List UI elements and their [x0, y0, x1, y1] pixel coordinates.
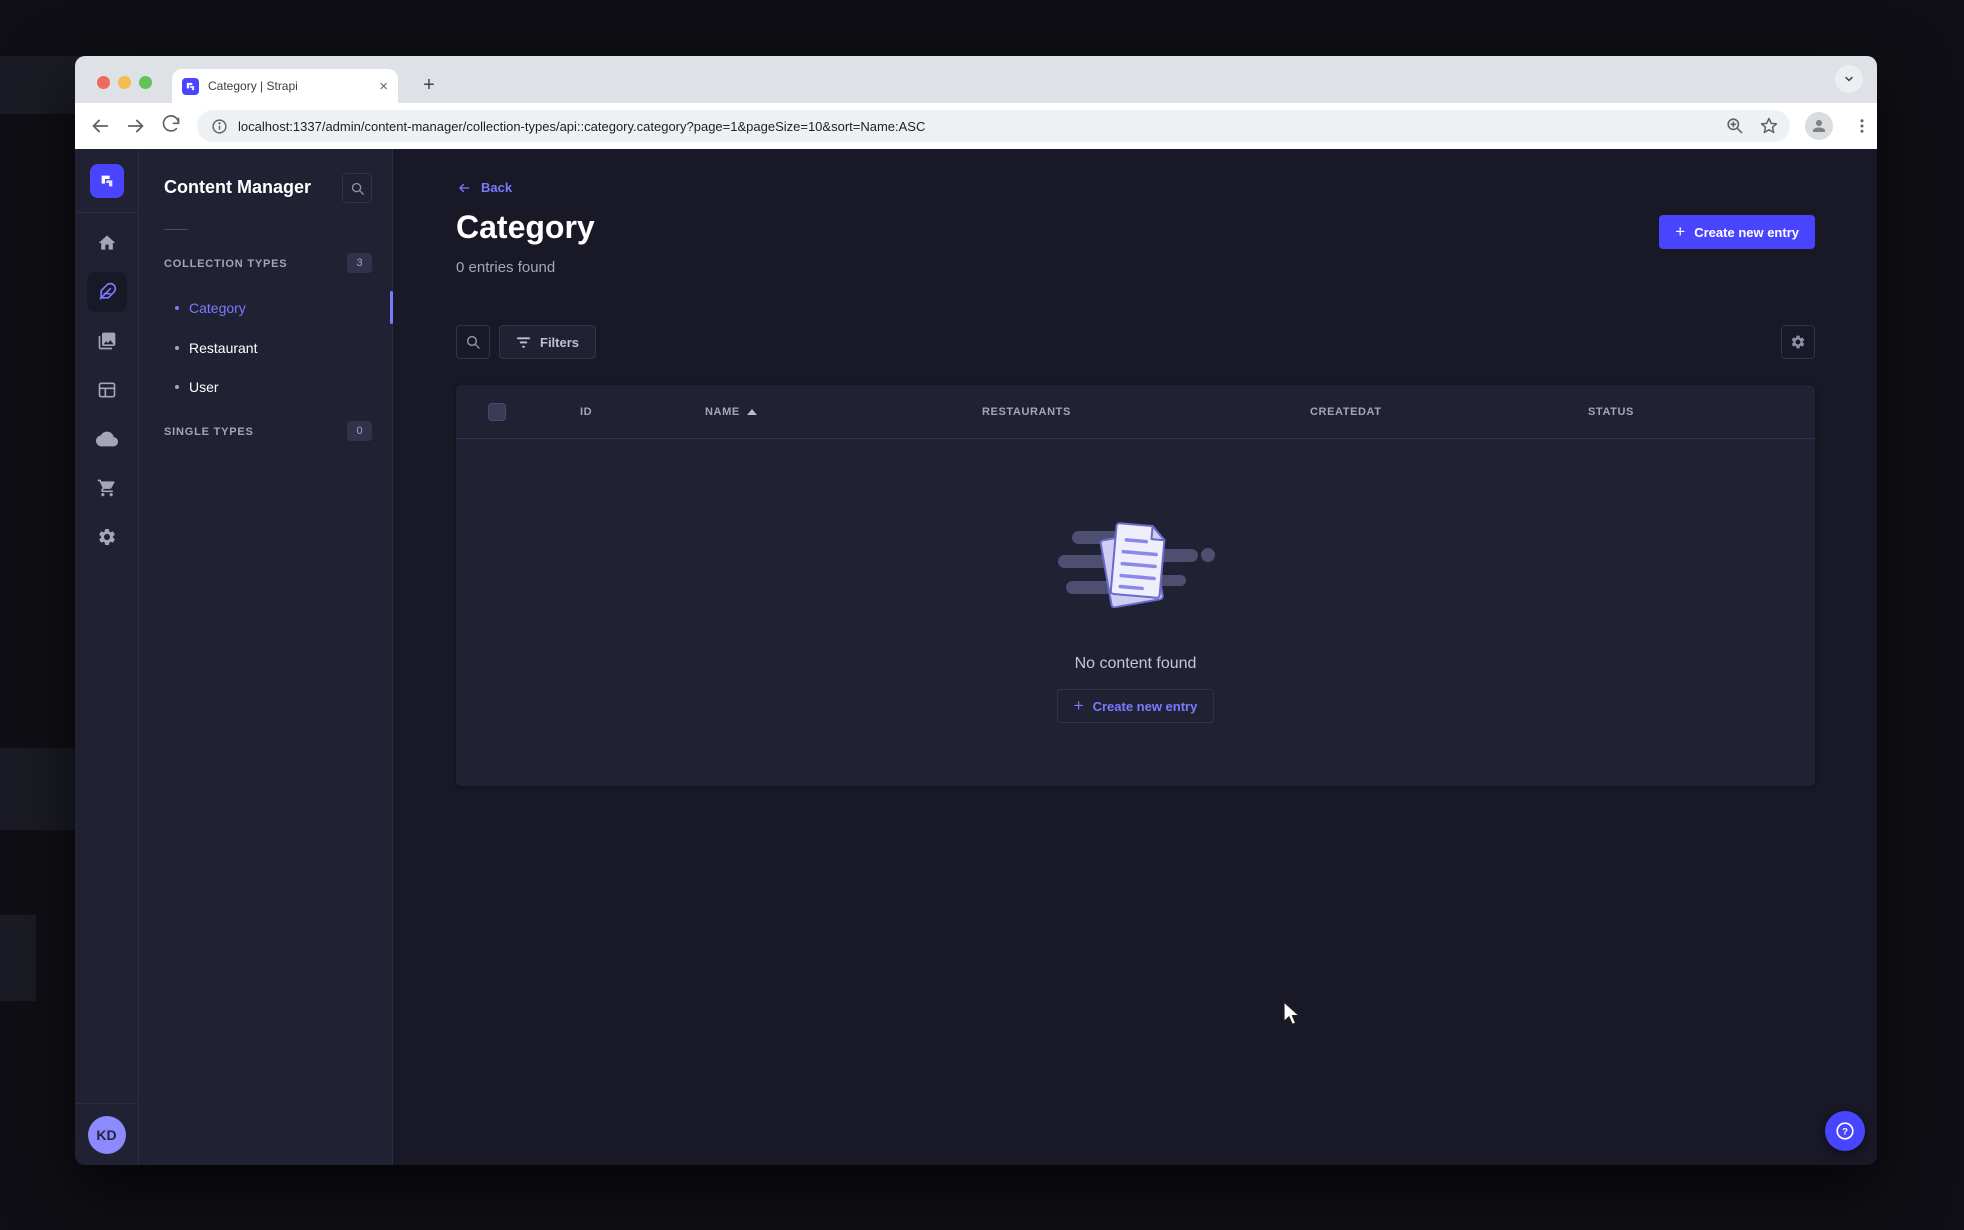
marketplace-cart-icon[interactable]	[87, 468, 127, 508]
gear-icon	[1791, 335, 1805, 349]
divider	[164, 229, 188, 230]
bookmark-star-icon[interactable]	[1759, 116, 1779, 136]
bullet-icon	[175, 346, 179, 350]
filters-button[interactable]: Filters	[499, 325, 597, 359]
view-settings-button[interactable]	[1781, 325, 1815, 359]
filters-row: Filters	[456, 325, 1815, 359]
content-type-builder-icon[interactable]	[87, 370, 127, 410]
browser-tab[interactable]: Category | Strapi ×	[172, 69, 398, 103]
subnav-item-restaurant[interactable]: Restaurant	[139, 328, 392, 368]
column-header-status[interactable]: STATUS	[1588, 406, 1634, 418]
column-header-createdat[interactable]: CREATEDAT	[1310, 406, 1382, 418]
close-window-button[interactable]	[97, 76, 110, 89]
minimize-window-button[interactable]	[118, 76, 131, 89]
user-avatar[interactable]: KD	[87, 1115, 126, 1154]
empty-documents-illustration	[1057, 522, 1215, 609]
subnav-search-button[interactable]	[342, 173, 372, 203]
media-library-icon[interactable]	[87, 321, 127, 361]
settings-gear-icon[interactable]	[87, 517, 127, 557]
empty-message: No content found	[1074, 655, 1197, 672]
filters-label: Filters	[540, 334, 580, 350]
browser-menu-dots-icon[interactable]	[1853, 115, 1873, 137]
subnav-title: Content Manager	[164, 177, 312, 197]
tab-close-icon[interactable]: ×	[379, 78, 388, 95]
table-header: ID NAME RESTAURANTS CREATEDAT STATUS	[456, 385, 1815, 439]
reload-icon[interactable]	[161, 115, 183, 137]
back-link[interactable]: Back	[456, 180, 512, 195]
deploy-cloud-icon[interactable]	[87, 419, 127, 459]
subnav-item-label: Restaurant	[189, 340, 258, 356]
tab-search-chevron-icon[interactable]	[1835, 65, 1863, 93]
page-title: Category	[456, 209, 595, 245]
empty-create-entry-label: Create new entry	[1092, 698, 1198, 714]
column-header-name[interactable]: NAME	[705, 406, 757, 418]
desktop-fragment	[0, 915, 36, 1001]
help-button[interactable]: ?	[1825, 1111, 1865, 1151]
back-arrow-icon	[459, 183, 470, 192]
sort-ascending-icon	[746, 409, 757, 415]
home-icon[interactable]	[87, 223, 127, 263]
collection-types-badge: 3	[347, 253, 372, 273]
empty-create-entry-button[interactable]: + Create new entry	[1056, 689, 1215, 723]
site-info-icon[interactable]	[211, 118, 228, 135]
create-entry-label: Create new entry	[1694, 224, 1799, 240]
strapi-admin: KD Content Manager COLLECTION TYPES 3 Ca…	[75, 149, 1877, 1165]
create-entry-button[interactable]: + Create new entry	[1659, 215, 1815, 249]
back-arrow-icon[interactable]	[89, 115, 111, 137]
tab-strip: Category | Strapi × +	[75, 56, 1877, 103]
back-label: Back	[481, 180, 513, 195]
column-header-restaurants[interactable]: RESTAURANTS	[982, 406, 1071, 418]
bullet-icon	[175, 306, 179, 310]
zoom-search-icon[interactable]	[1725, 116, 1745, 136]
url-text[interactable]: localhost:1337/admin/content-manager/col…	[238, 119, 925, 134]
forward-arrow-icon[interactable]	[125, 115, 147, 137]
bullet-icon	[175, 385, 179, 389]
mouse-cursor	[1283, 1001, 1300, 1025]
strapi-logo-icon[interactable]	[89, 163, 124, 198]
browser-toolbar: localhost:1337/admin/content-manager/col…	[75, 103, 1877, 149]
main-content: Back Category 0 entries found + Create n…	[393, 149, 1877, 1165]
content-manager-subnav: Content Manager COLLECTION TYPES 3 Categ…	[139, 149, 393, 1165]
fullscreen-window-button[interactable]	[139, 76, 152, 89]
subnav-item-label: Category	[189, 300, 246, 316]
subnav-item-user[interactable]: User	[139, 367, 392, 407]
profile-icon[interactable]	[1805, 112, 1833, 140]
plus-icon: +	[1675, 221, 1686, 241]
select-all-checkbox[interactable]	[488, 403, 506, 421]
new-tab-button[interactable]: +	[416, 73, 442, 99]
tab-title: Category | Strapi	[208, 79, 298, 93]
url-bar[interactable]: localhost:1337/admin/content-manager/col…	[197, 110, 1790, 142]
desktop-fragment	[0, 748, 75, 830]
collection-types-label: COLLECTION TYPES	[164, 258, 288, 270]
svg-text:?: ?	[1842, 1126, 1848, 1137]
table-search-button[interactable]	[456, 325, 490, 359]
column-header-id[interactable]: ID	[580, 406, 592, 418]
question-mark-icon: ?	[1836, 1122, 1854, 1140]
strapi-favicon-icon	[182, 77, 199, 95]
filter-icon	[516, 337, 531, 348]
entries-table-card: ID NAME RESTAURANTS CREATEDAT STATUS No …	[456, 385, 1815, 786]
subnav-item-category[interactable]: Category	[139, 288, 392, 328]
plus-icon: +	[1073, 695, 1084, 715]
content-manager-feather-icon[interactable]	[86, 272, 127, 312]
subnav-item-label: User	[189, 379, 219, 395]
entries-count: 0 entries found	[456, 259, 556, 276]
browser-window: Category | Strapi × + localhost:1337/adm…	[75, 56, 1877, 1165]
single-types-label: SINGLE TYPES	[164, 426, 254, 438]
main-nav: KD	[75, 149, 139, 1165]
single-types-badge: 0	[347, 421, 372, 441]
empty-state: No content found + Create new entry	[456, 439, 1815, 786]
